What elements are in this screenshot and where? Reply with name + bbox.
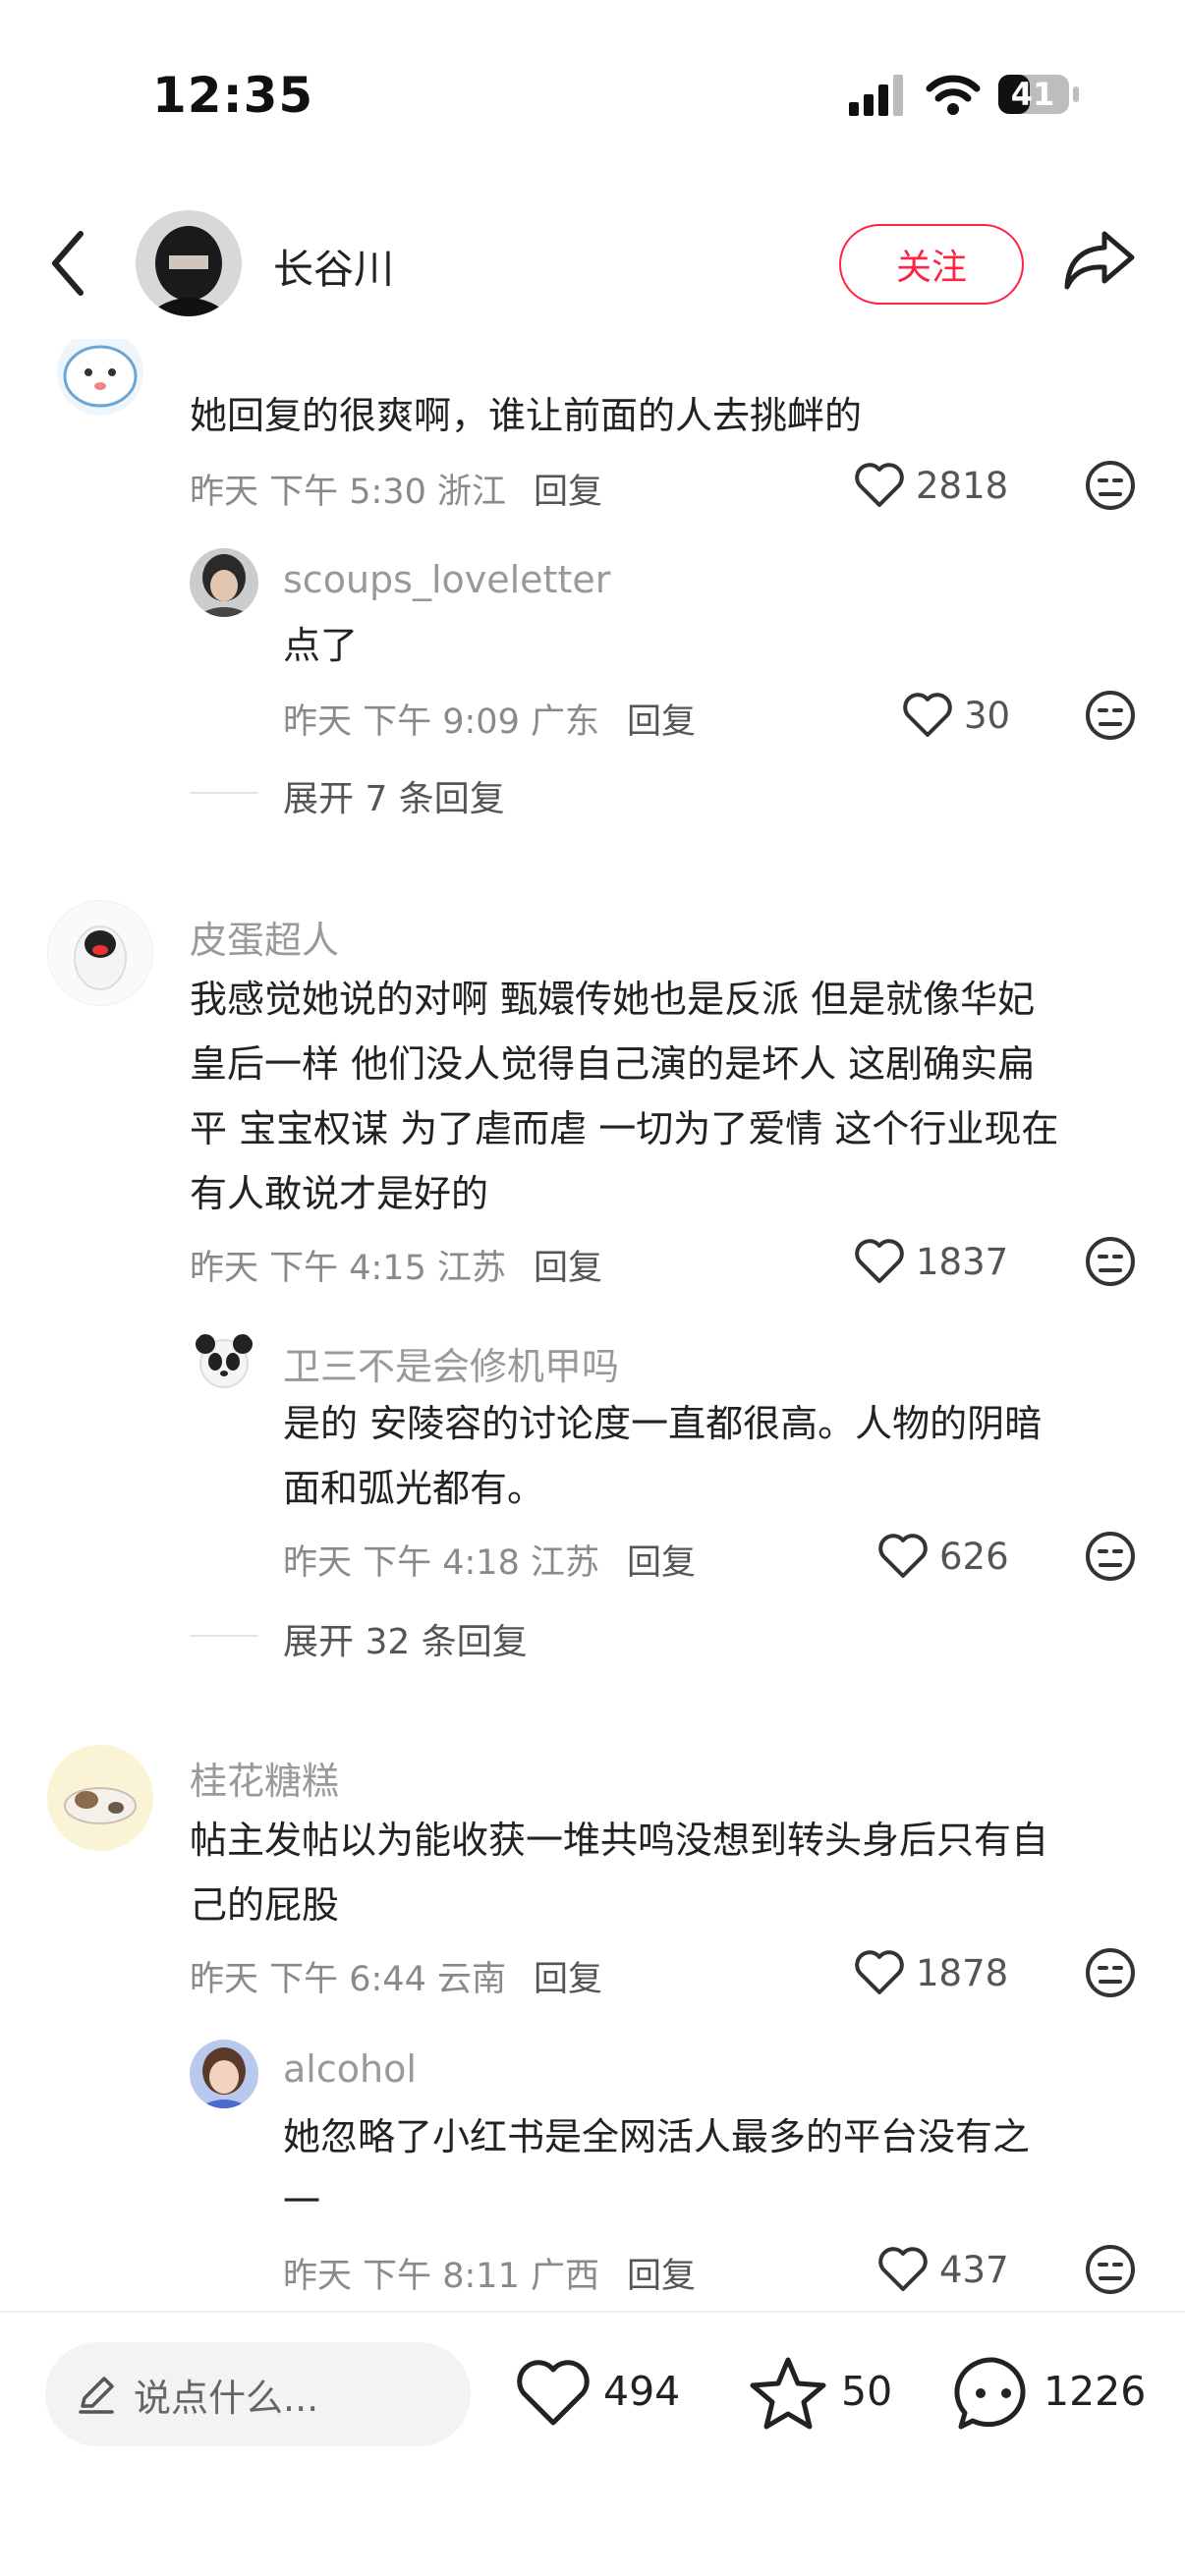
reply-time: 昨天 下午 4:18 江苏 xyxy=(283,1543,599,1583)
expand-divider xyxy=(190,1635,258,1637)
commenter-avatar[interactable] xyxy=(47,1745,153,1851)
bottom-bar-divider xyxy=(0,2311,1185,2313)
expand-divider xyxy=(190,792,258,794)
comment-text-line: 己的屁股 xyxy=(190,1883,340,1927)
comment-input-placeholder: 说点什么... xyxy=(134,2376,319,2420)
like-icon[interactable] xyxy=(853,460,906,509)
comment-meta: 昨天 下午 6:44 云南 回复 xyxy=(190,1951,602,2001)
comment-text-line: 我感觉她说的对啊 甄嬛传她也是反派 但是就像华妃 xyxy=(190,978,1036,1021)
reply-meta: 昨天 下午 9:09 广东 回复 xyxy=(283,694,696,744)
reply-button[interactable]: 回复 xyxy=(627,702,696,742)
comment-time: 昨天 下午 5:30 浙江 xyxy=(190,473,506,512)
reply-time: 昨天 下午 9:09 广东 xyxy=(283,702,599,742)
reply-text: 是的 安陵容的讨论度一直都很高。人物的阴暗 面和弧光都有。 xyxy=(283,1391,1042,1521)
like-count: 437 xyxy=(939,2249,1009,2291)
like-icon[interactable] xyxy=(853,1947,906,1996)
comment-text-line: 皇后一样 他们没人觉得自己演的是坏人 这剧确实扁 xyxy=(190,1042,1036,1086)
like-count: 30 xyxy=(964,695,1011,737)
back-button[interactable] xyxy=(47,228,90,299)
wifi-icon xyxy=(926,73,981,116)
comment-text: 我感觉她说的对啊 甄嬛传她也是反派 但是就像华妃 皇后一样 他们没人觉得自己演的… xyxy=(190,967,1058,1226)
reply-meta: 昨天 下午 8:11 广西 回复 xyxy=(283,2248,696,2298)
comment-username[interactable]: 皮蛋超人 xyxy=(190,910,339,964)
reply-text-line: 她忽略了小红书是全网活人最多的平台没有之 xyxy=(283,2115,1031,2158)
comment-text: 她回复的很爽啊，谁让前面的人去挑衅的 xyxy=(190,394,863,437)
reply-time: 昨天 下午 8:11 广西 xyxy=(283,2257,599,2296)
comment-username[interactable]: 桂花糖糕 xyxy=(190,1751,339,1805)
like-icon[interactable] xyxy=(876,1531,930,1580)
share-icon[interactable] xyxy=(1063,228,1136,293)
cellular-signal-icon xyxy=(847,73,906,116)
reply-text: 点了 xyxy=(283,624,359,667)
author-avatar[interactable] xyxy=(136,210,242,316)
commenter-avatar[interactable] xyxy=(47,900,153,1006)
reply-username[interactable]: scoups_loveletter xyxy=(283,558,610,601)
favorite-star-icon[interactable] xyxy=(749,2354,827,2431)
replier-avatar[interactable] xyxy=(190,2040,258,2108)
replier-avatar[interactable] xyxy=(190,1326,258,1395)
comment-text: 帖主发帖以为能收获一堆共鸣没想到转头身后只有自 己的屁股 xyxy=(190,1808,1048,1937)
like-count: 2818 xyxy=(916,465,1009,507)
reply-button[interactable]: 回复 xyxy=(534,473,602,512)
like-post-icon[interactable] xyxy=(515,2356,592,2429)
dislike-icon[interactable] xyxy=(1085,1531,1136,1582)
comment-time: 昨天 下午 6:44 云南 xyxy=(190,1960,506,1999)
commenter-avatar[interactable] xyxy=(47,339,153,425)
dislike-icon[interactable] xyxy=(1085,460,1136,511)
post-favorite-count: 50 xyxy=(841,2368,893,2415)
reply-meta: 昨天 下午 4:18 江苏 回复 xyxy=(283,1535,696,1585)
comment-bubble-icon[interactable] xyxy=(953,2354,1034,2433)
reply-button[interactable]: 回复 xyxy=(534,1249,602,1288)
dislike-icon[interactable] xyxy=(1085,690,1136,741)
like-icon[interactable] xyxy=(876,2244,930,2293)
comment-time: 昨天 下午 4:15 江苏 xyxy=(190,1249,506,1288)
like-icon[interactable] xyxy=(901,690,954,739)
dislike-icon[interactable] xyxy=(1085,1236,1136,1287)
reply-text-line: 是的 安陵容的讨论度一直都很高。人物的阴暗 xyxy=(283,1402,1043,1445)
comment-text-line: 有人敢说才是好的 xyxy=(190,1172,489,1215)
battery-level: 41 xyxy=(1010,76,1055,113)
comment-meta: 昨天 下午 5:30 浙江 回复 xyxy=(190,464,602,514)
like-icon[interactable] xyxy=(853,1236,906,1285)
comment-meta: 昨天 下午 4:15 江苏 回复 xyxy=(190,1240,602,1290)
status-time: 12:35 xyxy=(152,67,314,124)
follow-button[interactable]: 关注 xyxy=(839,224,1024,305)
post-like-count: 494 xyxy=(603,2368,681,2415)
reply-text: 她忽略了小红书是全网活人最多的平台没有之 一 xyxy=(283,2104,1030,2234)
reply-button[interactable]: 回复 xyxy=(627,2257,696,2296)
like-count: 1837 xyxy=(916,1241,1009,1283)
dislike-icon[interactable] xyxy=(1085,1947,1136,1998)
reply-button[interactable]: 回复 xyxy=(627,1543,696,1583)
reply-text-line: 一 xyxy=(283,2180,321,2223)
reply-text-line: 面和弧光都有。 xyxy=(283,1467,545,1510)
expand-replies-button[interactable]: 展开 32 条回复 xyxy=(283,1613,528,1664)
author-name[interactable]: 长谷川 xyxy=(273,236,394,295)
comment-input[interactable]: 说点什么... xyxy=(45,2342,471,2446)
replier-avatar[interactable] xyxy=(190,548,258,617)
post-comment-count: 1226 xyxy=(1044,2368,1147,2415)
dislike-icon[interactable] xyxy=(1085,2244,1136,2295)
comment-text-line: 平 宝宝权谋 为了虐而虐 一切为了爱情 这个行业现在 xyxy=(190,1107,1059,1150)
reply-username[interactable]: 卫三不是会修机甲吗 xyxy=(283,1336,619,1390)
pencil-icon xyxy=(75,2373,118,2416)
expand-replies-button[interactable]: 展开 7 条回复 xyxy=(283,770,505,821)
comment-text-line: 帖主发帖以为能收获一堆共鸣没想到转头身后只有自 xyxy=(190,1819,1049,1862)
like-count: 626 xyxy=(939,1536,1009,1578)
reply-username[interactable]: alcohol xyxy=(283,2047,417,2091)
reply-button[interactable]: 回复 xyxy=(534,1960,602,1999)
like-count: 1878 xyxy=(916,1952,1009,1994)
